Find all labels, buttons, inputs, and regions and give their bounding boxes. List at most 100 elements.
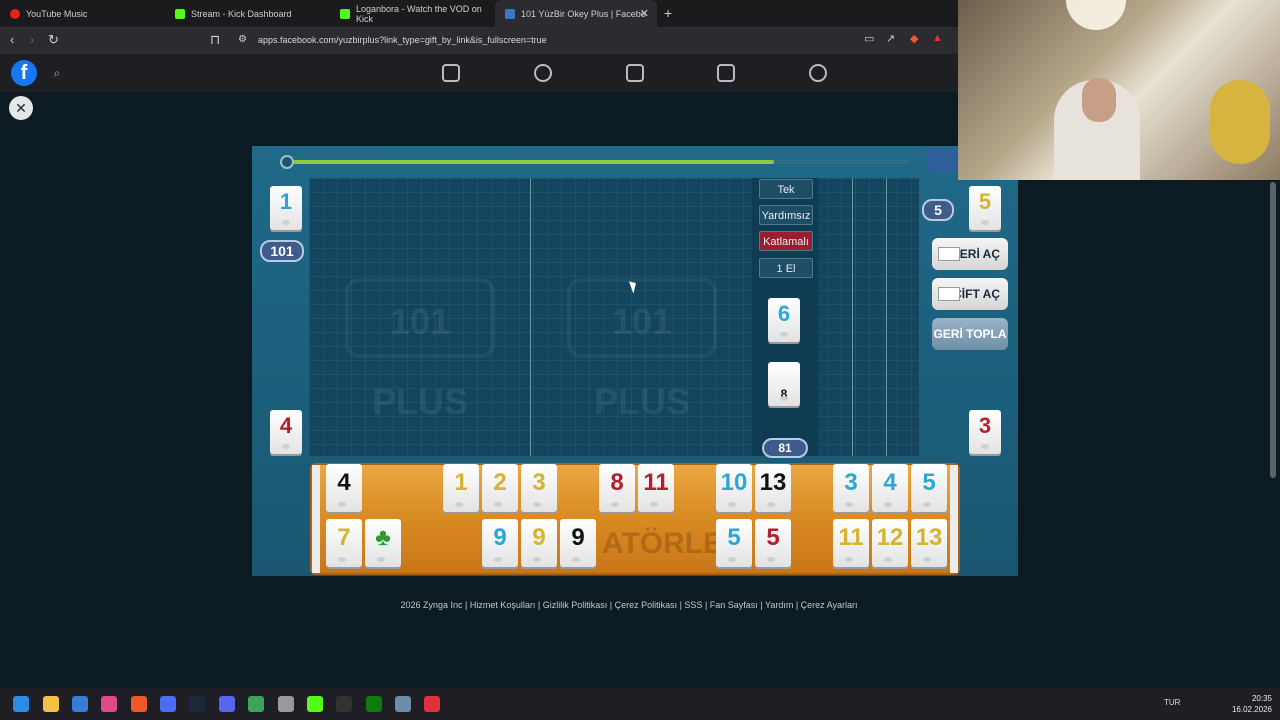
app-icon[interactable] <box>424 696 440 712</box>
rack-end <box>312 465 320 573</box>
cift-ac-button[interactable]: ÇİFT AÇ <box>932 278 1008 310</box>
rack-tile-top[interactable]: 8 <box>599 464 635 512</box>
app-icon[interactable] <box>101 696 117 712</box>
seri-ac-button[interactable]: SERİ AÇ <box>932 238 1008 270</box>
rack-tile-bottom[interactable]: 7 <box>326 519 362 567</box>
video-icon[interactable] <box>626 64 644 82</box>
cast-icon[interactable]: ▭ <box>864 32 874 45</box>
clock-icon <box>280 155 294 169</box>
player-tile-top-left: 1 <box>270 186 302 230</box>
windows-start-icon[interactable] <box>13 696 29 712</box>
rack-tile-top[interactable]: 4 <box>872 464 908 512</box>
share-icon[interactable]: ↗ <box>886 32 895 45</box>
rack-tile-top[interactable]: 10 <box>716 464 752 512</box>
chat-icon[interactable] <box>926 149 960 173</box>
file-explorer-icon[interactable] <box>43 696 59 712</box>
geri-topla-label: GERİ TOPLA <box>933 327 1007 341</box>
tab-youtube-music[interactable]: YouTube Music <box>0 0 165 27</box>
rack-tile-bottom[interactable]: 12 <box>872 519 908 567</box>
close-tab-icon[interactable]: ✕ <box>640 7 649 20</box>
board-watermark: 101 PLUS <box>567 278 717 422</box>
language-indicator[interactable]: TUR <box>1164 698 1180 707</box>
board-divider <box>886 178 887 456</box>
cift-ac-label: ÇİFT AÇ <box>953 287 1000 301</box>
new-tab-icon[interactable]: + <box>664 5 672 21</box>
streamer-head <box>1082 78 1116 122</box>
option-tek: Tek <box>759 179 813 199</box>
player-tile-bottom-right: 3 <box>969 410 1001 454</box>
back-icon[interactable]: ‹ <box>10 32 14 47</box>
brave-icon[interactable] <box>131 696 147 712</box>
clock[interactable]: 20:35 16.02.2026 <box>1232 693 1272 715</box>
rack-tile-top[interactable]: 13 <box>755 464 791 512</box>
rack-tile-bottom[interactable]: ♣ <box>365 519 401 567</box>
tab-kick-vod[interactable]: Loganbora - Watch the VOD on Kick <box>330 0 495 27</box>
search-icon[interactable]: ⌕ <box>47 63 67 83</box>
reload-icon[interactable]: ↻ <box>48 32 59 48</box>
tab-okey-plus[interactable]: 101 YüzBir Okey Plus | Facebo ✕ <box>495 0 657 27</box>
groups-icon[interactable] <box>809 64 827 82</box>
rack-tile-top[interactable]: 3 <box>833 464 869 512</box>
epic-games-icon[interactable] <box>336 696 352 712</box>
board-divider <box>530 178 531 456</box>
youtube-music-icon <box>10 8 20 19</box>
facebook-top-bar: f ⌕ <box>0 54 958 92</box>
scrollbar[interactable] <box>1270 182 1276 478</box>
rack-end <box>950 465 958 573</box>
rack-tile-bottom[interactable]: 13 <box>911 519 947 567</box>
xbox-icon[interactable] <box>366 696 382 712</box>
rack-tile-bottom[interactable]: 11 <box>833 519 869 567</box>
close-fullscreen-icon[interactable]: ✕ <box>9 96 33 120</box>
brave-shield-icon[interactable]: ◆ <box>910 32 918 45</box>
rack-tile-top[interactable]: 11 <box>638 464 674 512</box>
url-field[interactable]: apps.facebook.com/yuzbirplus?link_type=g… <box>228 30 958 51</box>
app-icon[interactable] <box>160 696 176 712</box>
cards-icon <box>938 287 960 301</box>
indicator-tile: 6 <box>768 298 800 342</box>
tab-kick-dashboard[interactable]: Stream - Kick Dashboard <box>165 0 330 27</box>
clock-time: 20:35 <box>1251 694 1272 703</box>
discord-icon[interactable] <box>219 696 235 712</box>
home-icon[interactable] <box>442 64 460 82</box>
friends-icon[interactable] <box>534 64 552 82</box>
draw-pile-tile[interactable]: 8 <box>768 362 800 406</box>
rack-tile-top[interactable]: 1 <box>443 464 479 512</box>
address-bar-row: ‹ › ↻ ⊓ apps.facebook.com/yuzbirplus?lin… <box>0 27 958 54</box>
marketplace-icon[interactable] <box>717 64 735 82</box>
option-1-el: 1 El <box>759 258 813 278</box>
bookmark-icon[interactable]: ⊓ <box>210 32 220 48</box>
forward-icon[interactable]: › <box>30 32 34 47</box>
app-icon[interactable] <box>248 696 264 712</box>
ceiling-light <box>1066 0 1126 30</box>
tab-label: YouTube Music <box>26 8 88 19</box>
rack-tile-bottom[interactable]: 9 <box>482 519 518 567</box>
app-icon[interactable] <box>72 696 88 712</box>
turn-timer <box>280 155 912 169</box>
score-badge: 101 <box>260 240 304 262</box>
brave-rewards-icon[interactable]: ▲ <box>932 32 943 44</box>
taskbar: TUR 20:35 16.02.2026 <box>0 688 1280 720</box>
rack-tile-bottom[interactable]: 9 <box>560 519 596 567</box>
rack-tile-top[interactable]: 2 <box>482 464 518 512</box>
app-icon[interactable] <box>278 696 294 712</box>
facebook-logo-icon[interactable]: f <box>11 60 37 86</box>
rack-tile-bottom[interactable]: 9 <box>521 519 557 567</box>
player-tile-top-right: 5 <box>969 186 1001 230</box>
rack-tile-bottom[interactable]: 5 <box>755 519 791 567</box>
footer-links[interactable]: 2026 Zynga Inc | Hizmet Koşulları | Gizl… <box>0 600 1280 616</box>
clock-date: 16.02.2026 <box>1231 705 1272 714</box>
option-yardimsiz: Yardımsız <box>759 205 813 225</box>
steam-icon[interactable] <box>189 696 205 712</box>
option-katlamali: Katlamalı <box>759 231 813 251</box>
rack-tile-top[interactable]: 3 <box>521 464 557 512</box>
geri-topla-button[interactable]: GERİ TOPLA <box>932 318 1008 350</box>
app-icon[interactable] <box>395 696 411 712</box>
kick-icon[interactable] <box>307 696 323 712</box>
webcam-overlay <box>958 0 1280 180</box>
board-watermark: 101 PLUS <box>345 278 495 422</box>
rack-tile-bottom[interactable]: 5 <box>716 519 752 567</box>
rack-tile-top[interactable]: 4 <box>326 464 362 512</box>
site-settings-icon[interactable]: ⚙ <box>238 34 247 45</box>
rack-tile-top[interactable]: 5 <box>911 464 947 512</box>
game-board: 101 PLUS 101 PLUS <box>309 178 919 456</box>
